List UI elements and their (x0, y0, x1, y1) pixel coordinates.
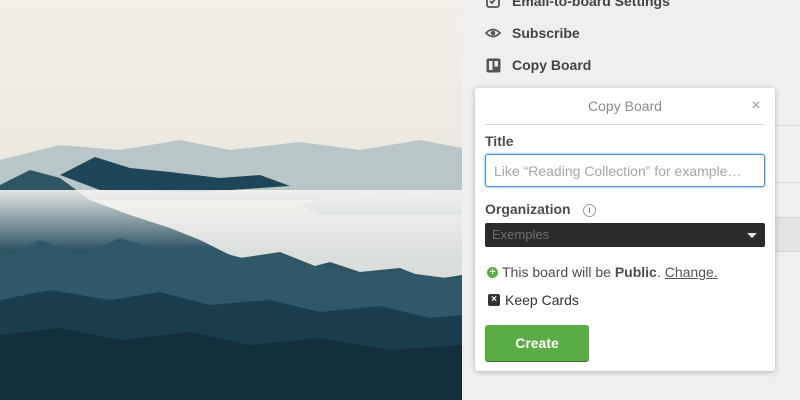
checkbox-icon (484, 0, 502, 10)
keep-cards-checkbox[interactable]: × Keep Cards (488, 292, 579, 308)
menu-item-label: Copy Board (512, 57, 592, 73)
background-landscape-image (0, 0, 462, 400)
menu-item-email-to-board-settings[interactable]: Email-to-board Settings (484, 0, 670, 13)
keep-cards-label: Keep Cards (505, 292, 579, 308)
organization-select[interactable]: Exemples (485, 223, 765, 247)
menu-input-edge (774, 217, 800, 252)
menu-item-label: Email-to-board Settings (512, 0, 670, 9)
title-label: Title (485, 133, 514, 149)
chevron-down-icon (747, 233, 757, 238)
menu-divider (774, 125, 800, 126)
visibility-suffix: . (656, 264, 661, 280)
globe-plus-icon: + (487, 266, 498, 278)
visibility-notice: + This board will be Public. Change. (487, 264, 718, 280)
checked-box-icon: × (488, 294, 500, 306)
copy-board-popover: Copy Board × Title Organization i Exempl… (475, 88, 775, 371)
organization-label: Organization (485, 201, 571, 217)
menu-divider (774, 182, 800, 183)
organization-selected-value: Exemples (492, 227, 550, 242)
menu-item-copy-board[interactable]: Copy Board (484, 53, 591, 77)
menu-item-label: Subscribe (512, 25, 580, 41)
create-button[interactable]: Create (485, 325, 589, 361)
popover-title: Copy Board (485, 88, 765, 125)
eye-icon (484, 24, 502, 42)
visibility-level: Public (614, 264, 657, 280)
change-visibility-link[interactable]: Change. (665, 264, 718, 280)
visibility-prefix: This board will be (502, 264, 615, 280)
close-icon[interactable]: × (749, 98, 763, 114)
board-icon (484, 56, 502, 74)
info-icon[interactable]: i (583, 204, 596, 217)
title-input[interactable] (485, 154, 765, 187)
menu-item-subscribe[interactable]: Subscribe (484, 21, 580, 45)
